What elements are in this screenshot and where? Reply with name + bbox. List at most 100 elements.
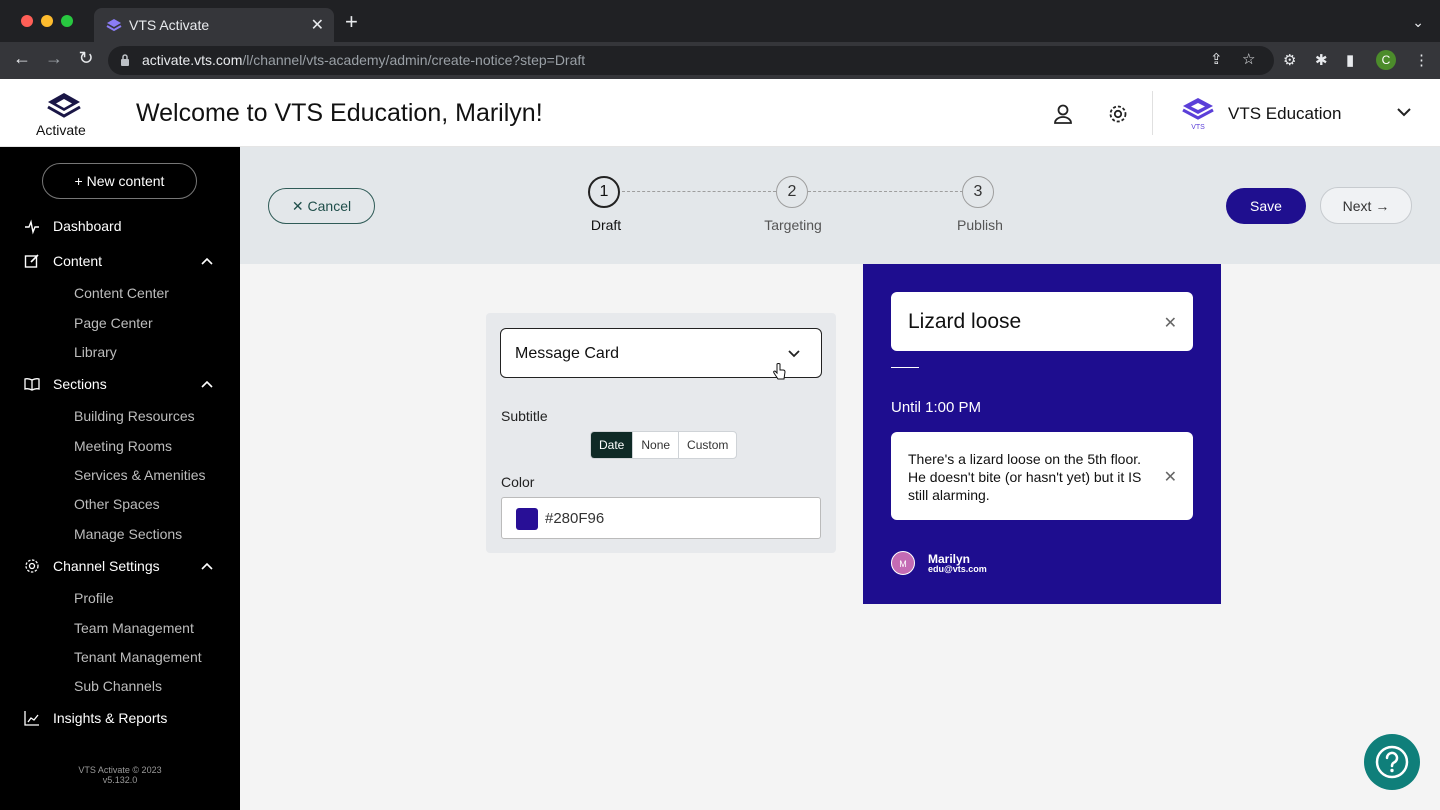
step-bar: ✕ Cancel 1 Draft 2 Targeting 3 Publish S… xyxy=(240,147,1440,264)
reload-icon[interactable]: ↻ xyxy=(74,48,98,69)
extension-icon[interactable]: ⚙ xyxy=(1283,51,1296,69)
sidebar-item-meeting-rooms[interactable]: Meeting Rooms xyxy=(74,438,172,454)
preview-body: There's a lizard loose on the 5th floor.… xyxy=(908,451,1142,503)
step-3-label: Publish xyxy=(957,217,1003,233)
sidebar-footer-copyright: VTS Activate © 2023 xyxy=(78,765,162,775)
maximize-window-button[interactable] xyxy=(61,15,73,27)
browser-toolbar: ← → ↻ activate.vts.com/l/channel/vts-aca… xyxy=(0,42,1440,79)
sidebar-item-manage-sections[interactable]: Manage Sections xyxy=(74,526,182,542)
close-window-button[interactable] xyxy=(21,15,33,27)
org-logo-icon: VTS xyxy=(1182,98,1214,131)
sidebar-item-library[interactable]: Library xyxy=(74,344,117,360)
subtitle-option-date[interactable]: Date xyxy=(591,432,633,458)
sidebar-item-content[interactable]: Content xyxy=(53,253,102,269)
sidebar-footer-version: v5.132.0 xyxy=(102,775,138,785)
new-tab-button[interactable]: + xyxy=(345,11,358,33)
preview-title-field[interactable]: Lizard loose ✕ xyxy=(891,292,1193,351)
subtitle-option-custom[interactable]: Custom xyxy=(678,432,736,458)
tab-title: VTS Activate xyxy=(129,17,210,33)
chevron-up-icon[interactable] xyxy=(200,561,214,571)
url-text: activate.vts.com/l/channel/vts-academy/a… xyxy=(142,52,586,68)
pulse-icon xyxy=(25,219,39,235)
tab-list-chevron-icon[interactable]: ⌄ xyxy=(1412,14,1424,31)
browser-menu-icon[interactable]: ⋮ xyxy=(1414,51,1429,69)
close-icon[interactable]: ✕ xyxy=(1164,467,1177,487)
author-email: edu@vts.com xyxy=(928,564,987,574)
sidebar-item-sections[interactable]: Sections xyxy=(53,376,107,392)
sidebar-item-dashboard[interactable]: Dashboard xyxy=(53,218,122,234)
step-2-circle[interactable]: 2 xyxy=(776,176,808,208)
sidebar-item-channel-settings[interactable]: Channel Settings xyxy=(53,558,160,574)
preview-divider xyxy=(891,367,919,368)
preview-body-field[interactable]: There's a lizard loose on the 5th floor.… xyxy=(891,432,1193,520)
step-1-label: Draft xyxy=(590,217,622,233)
question-mark-icon xyxy=(1375,745,1409,779)
subtitle-option-none[interactable]: None xyxy=(632,432,678,458)
header-divider xyxy=(1152,91,1153,135)
pointer-cursor-icon xyxy=(773,363,786,380)
lock-icon xyxy=(121,54,129,66)
browser-tab[interactable]: VTS Activate ✕ xyxy=(94,8,334,42)
cancel-button[interactable]: ✕ Cancel xyxy=(268,188,375,224)
close-icon[interactable]: ✕ xyxy=(1164,313,1177,333)
next-button[interactable]: Next → xyxy=(1320,187,1412,224)
app-header: Activate Welcome to VTS Education, Maril… xyxy=(0,79,1440,147)
sidebar-item-other-spaces[interactable]: Other Spaces xyxy=(74,496,160,512)
page-title: Welcome to VTS Education, Marilyn! xyxy=(136,99,543,127)
bookmark-star-icon[interactable]: ☆ xyxy=(1242,50,1255,68)
chevron-down-icon xyxy=(788,350,800,358)
chevron-up-icon[interactable] xyxy=(200,256,214,266)
step-3-circle[interactable]: 3 xyxy=(962,176,994,208)
sidebar-item-page-center[interactable]: Page Center xyxy=(74,315,153,331)
subtitle-segmented-control: Date None Custom xyxy=(590,431,738,459)
browser-profile-avatar[interactable]: C xyxy=(1376,50,1396,70)
help-button[interactable] xyxy=(1364,734,1420,790)
color-field[interactable]: #280F96 xyxy=(501,497,821,539)
puzzle-icon[interactable]: ✱ xyxy=(1315,51,1328,69)
browser-tab-bar: VTS Activate ✕ + ⌄ xyxy=(0,0,1440,42)
minimize-window-button[interactable] xyxy=(41,15,53,27)
step-2-label: Targeting xyxy=(764,217,822,233)
chevron-down-icon[interactable] xyxy=(1396,106,1412,118)
chevron-up-icon[interactable] xyxy=(200,379,214,389)
sidebar-item-building-resources[interactable]: Building Resources xyxy=(74,408,195,424)
sidebar-item-insights-reports[interactable]: Insights & Reports xyxy=(53,710,167,726)
save-button[interactable]: Save xyxy=(1226,188,1306,224)
side-panel-icon[interactable]: ▮ xyxy=(1346,51,1354,69)
org-name: VTS Education xyxy=(1228,104,1342,123)
vts-favicon-icon xyxy=(106,19,122,32)
back-icon[interactable]: ← xyxy=(10,48,34,69)
sidebar: + New content Dashboard Content Content … xyxy=(0,147,240,810)
color-label: Color xyxy=(501,474,535,490)
card-type-value: Message Card xyxy=(515,345,620,362)
notice-preview-card: Lizard loose ✕ Until 1:00 PM There's a l… xyxy=(863,264,1221,604)
book-icon xyxy=(24,378,40,391)
svg-text:VTS: VTS xyxy=(1191,124,1205,131)
logo-text: Activate xyxy=(36,122,86,138)
forward-icon[interactable]: → xyxy=(42,48,66,69)
edit-icon xyxy=(24,254,39,268)
tab-close-icon[interactable]: ✕ xyxy=(311,15,324,35)
step-connector xyxy=(808,191,963,192)
sidebar-item-tenant-management[interactable]: Tenant Management xyxy=(74,649,202,665)
color-value: #280F96 xyxy=(545,510,605,527)
share-icon[interactable]: ⇪ xyxy=(1210,50,1223,68)
preview-title: Lizard loose xyxy=(908,310,1022,333)
sidebar-item-sub-channels[interactable]: Sub Channels xyxy=(74,678,162,694)
notice-editor-panel: Message Card Subtitle Date None Custom C… xyxy=(486,313,836,553)
color-swatch[interactable] xyxy=(516,508,538,530)
step-connector xyxy=(622,191,776,192)
preview-subtitle-date: Until 1:00 PM xyxy=(891,399,982,416)
sidebar-item-services-amenities[interactable]: Services & Amenities xyxy=(74,467,206,483)
chart-icon xyxy=(24,711,39,726)
new-content-button[interactable]: + New content xyxy=(42,163,197,199)
user-icon[interactable] xyxy=(1052,103,1074,125)
step-1-circle[interactable]: 1 xyxy=(588,176,620,208)
sidebar-item-content-center[interactable]: Content Center xyxy=(74,285,169,301)
subtitle-label: Subtitle xyxy=(501,408,548,424)
gear-icon[interactable] xyxy=(1107,103,1129,125)
activate-logo-icon xyxy=(47,93,81,118)
sidebar-item-team-management[interactable]: Team Management xyxy=(74,620,194,636)
sidebar-item-profile[interactable]: Profile xyxy=(74,590,114,606)
address-bar[interactable]: activate.vts.com/l/channel/vts-academy/a… xyxy=(108,46,1274,75)
